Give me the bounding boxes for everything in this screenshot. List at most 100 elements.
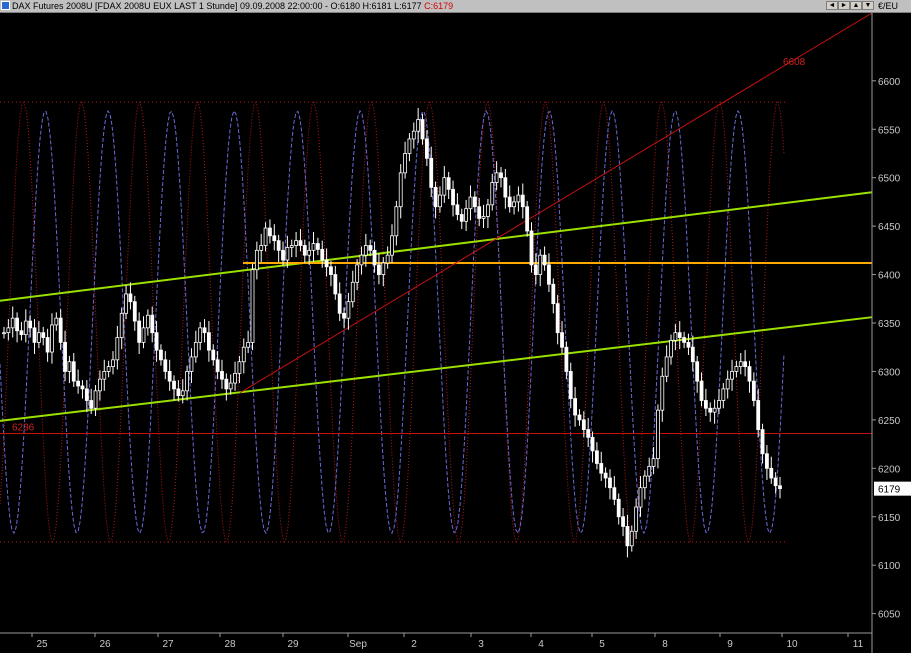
scroll-left-button[interactable]: ◄ (826, 1, 838, 10)
candle-body (398, 172, 403, 208)
price-tick-label: 6400 (878, 271, 901, 282)
candle-body (50, 324, 54, 353)
candle-body (533, 264, 538, 275)
candle-body (281, 249, 285, 261)
candle-body (124, 293, 128, 314)
candle-body (368, 245, 373, 251)
candle-body (246, 341, 251, 348)
candle-body (660, 375, 665, 411)
window-title: DAX Futures 2008U [FDAX 2008U EUX LAST 1… (12, 0, 453, 12)
price-tick-label: 6250 (878, 416, 901, 427)
candle-body (111, 359, 115, 367)
candle-body (442, 177, 447, 196)
candle-body (743, 361, 748, 367)
candle-body (272, 235, 277, 242)
candle-body (363, 245, 368, 256)
candle-body (542, 254, 547, 266)
candle-body (603, 472, 608, 479)
candle-body (132, 301, 137, 322)
candle-body (19, 330, 24, 336)
candle-body (394, 206, 399, 237)
candle-body (250, 269, 255, 343)
candle-body (756, 400, 761, 430)
candle-body (455, 204, 460, 215)
candle-body (215, 359, 220, 372)
price-tick-label: 6500 (878, 174, 901, 185)
oscillator-fast-line (0, 101, 785, 543)
level-upper-label: 6608 (783, 57, 806, 68)
level-lower-label: 6236 (12, 422, 35, 433)
price-tick-label: 6050 (878, 610, 901, 621)
candle-body (581, 419, 586, 430)
candle-body (381, 262, 386, 275)
candle-body (23, 320, 28, 336)
rising-red-line (239, 13, 873, 394)
candle-body (555, 303, 560, 334)
candle-body (778, 485, 782, 490)
title-close-value: C:6179 (424, 1, 454, 11)
candle-body (699, 380, 704, 401)
candle-body (115, 337, 120, 361)
candle-body (359, 254, 364, 266)
candle-body (564, 346, 569, 372)
candle-body (594, 450, 599, 464)
window-titlebar: DAX Futures 2008U [FDAX 2008U EUX LAST 1… (0, 0, 911, 13)
candle-body (302, 245, 307, 256)
scroll-right-button[interactable]: ► (838, 1, 850, 10)
last-price-label: 6179 (878, 485, 901, 496)
candle-body (63, 341, 67, 372)
candle-body (538, 254, 543, 275)
candle-body (211, 349, 216, 361)
candle-body (346, 301, 351, 319)
candle-body (669, 340, 673, 358)
candle-body (703, 400, 708, 409)
candle-body (629, 530, 634, 547)
candle-body (185, 371, 190, 392)
time-axis: 25 26 27 28 29 Sep 2 3 4 5 8 9 10 11 (0, 632, 872, 650)
candle-body (625, 526, 630, 547)
candle-body (84, 388, 89, 401)
candle-body (751, 380, 756, 401)
candle-body (141, 327, 146, 343)
candle-body (686, 341, 691, 348)
candle-body (486, 204, 490, 217)
candle-body (446, 177, 451, 190)
time-tick-label: 3 (478, 639, 484, 650)
candle-body (224, 378, 229, 390)
candle-body (481, 216, 486, 219)
candle-body (298, 240, 303, 246)
candle-body (695, 361, 700, 382)
candle-body (599, 463, 604, 474)
price-tick-label: 6450 (878, 222, 901, 233)
candle-body (385, 254, 390, 264)
candle-body (324, 259, 329, 268)
price-tick-label: 6200 (878, 464, 901, 475)
price-chart[interactable]: 6050 6100 6150 6200 6250 6300 6350 6400 6450 6500… (0, 13, 911, 653)
time-tick-label: 10 (786, 639, 798, 650)
candle-body (119, 312, 124, 338)
candle-body (102, 371, 107, 380)
candle-body (54, 317, 59, 326)
candle-body (106, 366, 111, 372)
candle-body (416, 119, 421, 132)
candle-body (520, 194, 525, 208)
candle-body (176, 388, 181, 397)
candle-body (586, 429, 591, 438)
time-tick-label: 27 (162, 639, 174, 650)
zoom-out-button[interactable]: ▼ (862, 1, 874, 10)
candle-body (180, 390, 185, 397)
candle-body (285, 247, 290, 261)
candle-body (193, 341, 198, 358)
candle-body (167, 371, 172, 382)
zoom-in-button[interactable]: ▲ (850, 1, 862, 10)
candle-body (529, 230, 534, 266)
candle-body (512, 201, 516, 208)
time-tick-label: 11 (853, 639, 864, 650)
candle-body (712, 407, 717, 413)
candle-body (638, 487, 643, 508)
candle-body (202, 327, 207, 334)
candle-body (289, 245, 294, 248)
candle-body (494, 172, 499, 183)
oscillator-overlay (0, 101, 785, 543)
candle-body (337, 293, 342, 314)
